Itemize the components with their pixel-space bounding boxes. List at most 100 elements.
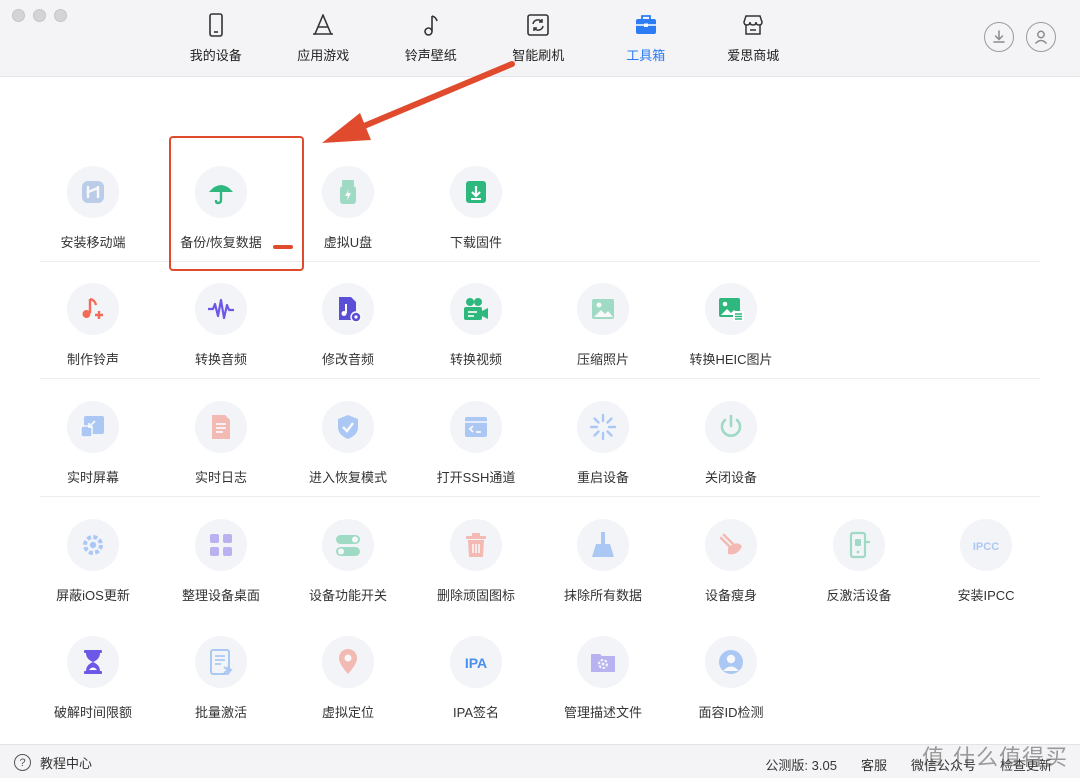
tool-edit-audio[interactable]: 修改音频 (284, 283, 412, 368)
photo-icon (592, 299, 614, 319)
tool-deactivate-device[interactable]: 反激活设备 (795, 519, 923, 604)
screen-icon (80, 416, 104, 438)
tool-ipa-sign[interactable]: IPA IPA签名 (412, 636, 540, 721)
nav-my-device[interactable]: 我的设备 (162, 12, 270, 64)
grid-icon (210, 534, 232, 556)
store-icon (743, 15, 764, 35)
download-button[interactable] (984, 22, 1014, 52)
toolbox-grid: 安装移动端 备份/恢复数据 虚拟U盘 下载固件 制作铃声 转换音频 修改音频 转… (0, 77, 1080, 744)
tool-label: 关闭设备 (704, 470, 757, 485)
tool-crack-screen-time[interactable]: 破解时间限额 (29, 636, 157, 721)
tool-organize-desktop[interactable]: 整理设备桌面 (157, 519, 285, 604)
tool-label: 重启设备 (576, 470, 629, 485)
nav-apps-games[interactable]: 应用游戏 (270, 12, 378, 64)
phone-icon (208, 13, 223, 37)
tool-label: 打开SSH通道 (436, 470, 516, 485)
tool-label: 删除顽固图标 (436, 588, 515, 603)
trash-icon (466, 533, 486, 557)
help-center-label: 教程中心 (40, 756, 93, 771)
tool-convert-heic[interactable]: 转换HEIC图片 (667, 283, 795, 368)
download-icon (993, 30, 1005, 43)
tool-label: 转换HEIC图片 (689, 352, 773, 367)
tool-block-ios-update[interactable]: 屏蔽iOS更新 (29, 519, 157, 604)
tool-backup-restore[interactable]: 备份/恢复数据 (157, 166, 285, 251)
tool-batch-activate[interactable]: 批量激活 (157, 636, 285, 721)
tool-download-firmware[interactable]: 下载固件 (412, 166, 540, 251)
tool-recovery-mode[interactable]: 进入恢复模式 (284, 401, 412, 486)
tool-label: 破解时间限额 (53, 705, 132, 720)
nav-label: 工具箱 (626, 48, 666, 63)
usb-drive-icon (340, 180, 356, 204)
account-button[interactable] (1026, 22, 1056, 52)
tool-virtual-usb[interactable]: 虚拟U盘 (284, 166, 412, 251)
svg-text:IPCC: IPCC (973, 541, 999, 553)
restart-spinner-icon (589, 413, 617, 441)
tool-label: 安装IPCC (957, 588, 1015, 603)
tool-label: 设备瘦身 (704, 588, 757, 603)
tool-delete-stubborn-icons[interactable]: 删除顽固图标 (412, 519, 540, 604)
tool-compress-photo[interactable]: 压缩照片 (539, 283, 667, 368)
location-pin-icon (339, 649, 357, 674)
tool-label: 实时屏幕 (66, 470, 119, 485)
svg-text:IPA: IPA (465, 655, 487, 671)
help-center-link[interactable]: ? 教程中心 (14, 753, 92, 772)
tool-row-5: 破解时间限额 批量激活 虚拟定位 IPA IPA签名 管理描述文件 面容ID检测 (40, 615, 1040, 732)
tool-device-slimming[interactable]: 设备瘦身 (667, 519, 795, 604)
tool-install-mobile[interactable]: 安装移动端 (29, 166, 157, 251)
hourglass-icon (84, 650, 102, 674)
tool-label: 反激活设备 (826, 588, 892, 603)
nav-toolbox[interactable]: 工具箱 (592, 12, 700, 64)
nav-store[interactable]: 爱思商城 (700, 12, 808, 64)
nav-label: 应用游戏 (297, 48, 350, 63)
minimize-window-button[interactable] (33, 9, 46, 22)
nav-label: 智能刷机 (512, 48, 565, 63)
tool-row-2: 制作铃声 转换音频 修改音频 转换视频 压缩照片 转换HEIC图片 (40, 262, 1040, 379)
tool-restart-device[interactable]: 重启设备 (539, 401, 667, 486)
tool-install-ipcc[interactable]: IPCC 安装IPCC (922, 519, 1050, 604)
top-right-actions (984, 22, 1056, 52)
tool-convert-audio[interactable]: 转换音频 (157, 283, 285, 368)
tool-label: 进入恢复模式 (308, 470, 387, 485)
tool-open-ssh[interactable]: 打开SSH通道 (412, 401, 540, 486)
top-toolbar: 我的设备 应用游戏 铃声壁纸 智能刷机 工具箱 爱思商城 (0, 0, 1080, 77)
broom-icon (592, 532, 614, 557)
tool-label: 抹除所有数据 (563, 588, 642, 603)
tool-label: 实时日志 (194, 470, 247, 485)
profile-folder-icon (591, 654, 615, 672)
tool-virtual-location[interactable]: 虚拟定位 (284, 636, 412, 721)
zoom-window-button[interactable] (54, 9, 67, 22)
tool-live-screen[interactable]: 实时屏幕 (29, 401, 157, 486)
nav-ringtones-wallpapers[interactable]: 铃声壁纸 (377, 12, 485, 64)
toggle-icon (336, 535, 360, 556)
tool-label: 管理描述文件 (563, 705, 642, 720)
tool-label: 修改音频 (321, 352, 374, 367)
question-icon: ? (14, 754, 31, 771)
heic-image-icon (719, 298, 744, 321)
tool-row-4: 屏蔽iOS更新 整理设备桌面 设备功能开关 删除顽固图标 抹除所有数据 设备瘦身… (40, 498, 1040, 615)
tool-label: 转换音频 (194, 352, 247, 367)
tool-label: IPA签名 (453, 705, 499, 720)
tool-shutdown-device[interactable]: 关闭设备 (667, 401, 795, 486)
download-firmware-icon (466, 181, 486, 203)
close-window-button[interactable] (12, 9, 25, 22)
umbrella-icon (209, 185, 233, 205)
tool-face-id-check[interactable]: 面容ID检测 (667, 636, 795, 721)
tool-label: 压缩照片 (576, 352, 629, 367)
tool-manage-profiles[interactable]: 管理描述文件 (539, 636, 667, 721)
version-label: 公测版: 3.05 (765, 758, 837, 773)
tool-live-log[interactable]: 实时日志 (157, 401, 285, 486)
log-icon (212, 415, 230, 439)
slim-icon (719, 533, 742, 555)
tool-erase-all-data[interactable]: 抹除所有数据 (539, 519, 667, 604)
nav-smart-flash[interactable]: 智能刷机 (485, 12, 593, 64)
tool-label: 虚拟定位 (321, 705, 374, 720)
tool-make-ringtone[interactable]: 制作铃声 (29, 283, 157, 368)
nav-label: 爱思商城 (727, 48, 780, 63)
tool-feature-toggles[interactable]: 设备功能开关 (284, 519, 412, 604)
batch-activate-icon (210, 649, 233, 675)
terminal-icon (465, 417, 487, 437)
tool-label: 面容ID检测 (698, 705, 764, 720)
customer-service-link[interactable]: 客服 (861, 755, 887, 774)
tool-convert-video[interactable]: 转换视频 (412, 283, 540, 368)
deactivate-phone-icon (849, 531, 870, 559)
